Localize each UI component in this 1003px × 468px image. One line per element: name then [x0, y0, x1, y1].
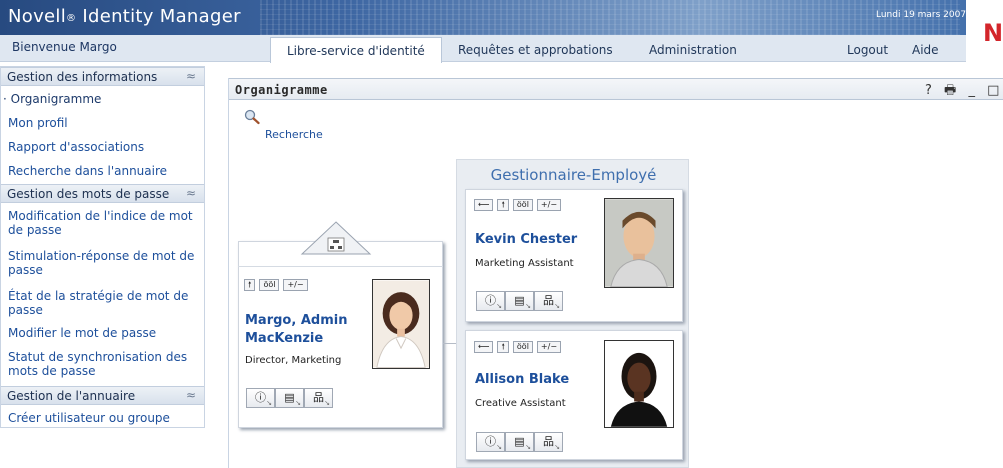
- collapse-icon[interactable]: ≈: [186, 69, 196, 83]
- expand-reports-icon[interactable]: ööl: [512, 341, 533, 353]
- manager-title: Director, Marketing: [245, 355, 342, 366]
- sidebar: Gestion des informations ≈ · Organigramm…: [0, 66, 205, 428]
- app-suffix: Identity Manager: [82, 6, 241, 27]
- employee-photo: [604, 340, 674, 428]
- sidebar-item-creer-utilisateur[interactable]: Créer utilisateur ou groupe: [8, 411, 200, 425]
- sidebar-item-recherche-annuaire[interactable]: Recherche dans l'annuaire: [8, 164, 200, 178]
- manager-photo: [372, 279, 430, 369]
- app-title: Novell® Identity Manager: [8, 6, 241, 27]
- info-icon[interactable]: ⓘ ↘: [246, 388, 275, 408]
- logout-link[interactable]: Logout: [847, 43, 888, 57]
- group-title: Gestionnaire-Employé: [490, 166, 657, 184]
- sidebar-item-stimulation-reponse[interactable]: Stimulation-réponse de mot de passe: [8, 249, 200, 277]
- help-icon[interactable]: ?: [925, 83, 932, 98]
- sidebar-item-etat-strategie[interactable]: État de la stratégie de mot de passe: [8, 289, 200, 317]
- toggle-icon[interactable]: +/−: [283, 279, 308, 291]
- collapse-icon[interactable]: ≈: [186, 186, 196, 200]
- panel-controls: ? 🖶 _ □: [925, 81, 1003, 103]
- manager-actions: ⓘ ↘ ▤ ↘ 品 ↘: [246, 388, 333, 408]
- help-link[interactable]: Aide: [912, 43, 939, 57]
- tab-libre-service[interactable]: Libre-service d'identité: [270, 37, 442, 63]
- section-title: Gestion des mots de passe: [7, 187, 170, 201]
- card-divider: [238, 266, 443, 267]
- set-manager-icon[interactable]: ⟵: [474, 341, 494, 353]
- org-icon[interactable]: 品 ↘: [534, 291, 563, 311]
- welcome-text: Bienvenue Margo: [12, 40, 117, 54]
- employee-name[interactable]: Allison Blake: [475, 371, 569, 389]
- employee-photo: [604, 198, 674, 288]
- app-header: Novell® Identity Manager Lundi 19 mars 2…: [0, 0, 1003, 35]
- section-title: Gestion de l'annuaire: [7, 389, 136, 403]
- manager-button-row: 🠕 ööl +/−: [244, 279, 308, 292]
- panel-title: Organigramme: [235, 83, 328, 97]
- sidebar-item-statut-synchronisation[interactable]: Statut de synchronisation des mots de pa…: [8, 350, 200, 378]
- info-icon[interactable]: ⓘ ↘: [476, 432, 505, 452]
- employee-button-row: ⟵ 🠕 ööl +/−: [474, 199, 562, 212]
- expand-reports-icon[interactable]: ööl: [259, 279, 280, 291]
- tab-requetes[interactable]: Requêtes et approbations: [458, 43, 613, 57]
- print-icon[interactable]: 🖶: [944, 83, 956, 98]
- novell-logo: N: [966, 0, 1003, 55]
- employee-title: Marketing Assistant: [475, 258, 574, 269]
- employee-actions: ⓘ ↘ ▤ ↘ 品 ↘: [476, 432, 563, 452]
- section-title: Gestion des informations: [7, 70, 158, 84]
- card-icon[interactable]: ▤ ↘: [275, 388, 304, 408]
- info-icon[interactable]: ⓘ ↘: [476, 291, 505, 311]
- card-icon[interactable]: ▤ ↘: [505, 432, 534, 452]
- sidebar-item-label: Organigramme: [10, 92, 102, 106]
- app-name: Novell: [8, 6, 67, 27]
- sidebar-item-organigramme[interactable]: · Organigramme: [3, 92, 195, 106]
- manager-name-line1: Margo, Admin: [245, 313, 348, 328]
- section-gestion-mots-de-passe[interactable]: Gestion des mots de passe ≈: [1, 184, 204, 203]
- card-icon[interactable]: ▤ ↘: [505, 291, 534, 311]
- manager-name[interactable]: Margo, Admin MacKenzie: [245, 312, 365, 348]
- header-date: Lundi 19 mars 2007: [876, 10, 967, 20]
- section-gestion-annuaire[interactable]: Gestion de l'annuaire ≈: [1, 386, 204, 405]
- org-icon[interactable]: 品 ↘: [534, 432, 563, 452]
- minimize-icon[interactable]: _: [968, 83, 975, 98]
- toggle-icon[interactable]: +/−: [536, 341, 562, 353]
- set-manager-icon[interactable]: ⟵: [474, 199, 494, 211]
- registered-mark: ®: [66, 13, 77, 24]
- panel-header: Organigramme ? 🖶 _ □: [229, 78, 1003, 100]
- sidebar-item-rapport-associations[interactable]: Rapport d'associations: [8, 140, 200, 154]
- expand-reports-icon[interactable]: ööl: [512, 199, 533, 211]
- section-gestion-informations[interactable]: Gestion des informations ≈: [1, 67, 204, 86]
- magnifier-icon[interactable]: [244, 109, 260, 125]
- go-up-arrow-icon[interactable]: [300, 220, 372, 256]
- maximize-icon[interactable]: □: [987, 83, 999, 98]
- header-pattern: [260, 0, 960, 35]
- up-icon[interactable]: 🠕: [497, 341, 509, 353]
- logo-letter: N: [983, 19, 1003, 47]
- org-icon[interactable]: 品 ↘: [304, 388, 333, 408]
- connector-line: [443, 343, 457, 344]
- employee-title: Creative Assistant: [475, 398, 566, 409]
- sidebar-item-indice-mot-de-passe[interactable]: Modification de l'indice de mot de passe: [8, 209, 200, 237]
- tab-administration[interactable]: Administration: [649, 43, 737, 57]
- current-marker-icon: ·: [3, 92, 11, 106]
- collapse-icon[interactable]: ≈: [186, 388, 196, 402]
- employee-actions: ⓘ ↘ ▤ ↘ 品 ↘: [476, 291, 563, 311]
- up-icon[interactable]: 🠕: [244, 279, 256, 291]
- manager-name-line2: MacKenzie: [245, 331, 324, 346]
- top-nav: Bienvenue Margo Libre-service d'identité…: [0, 35, 966, 63]
- search-link[interactable]: Recherche: [265, 128, 323, 141]
- sidebar-item-modifier-mot-de-passe[interactable]: Modifier le mot de passe: [8, 326, 200, 340]
- up-icon[interactable]: 🠕: [497, 199, 509, 211]
- employee-name[interactable]: Kevin Chester: [475, 231, 577, 249]
- employee-button-row: ⟵ 🠕 ööl +/−: [474, 341, 562, 354]
- toggle-icon[interactable]: +/−: [536, 199, 562, 211]
- sidebar-item-mon-profil[interactable]: Mon profil: [8, 116, 200, 130]
